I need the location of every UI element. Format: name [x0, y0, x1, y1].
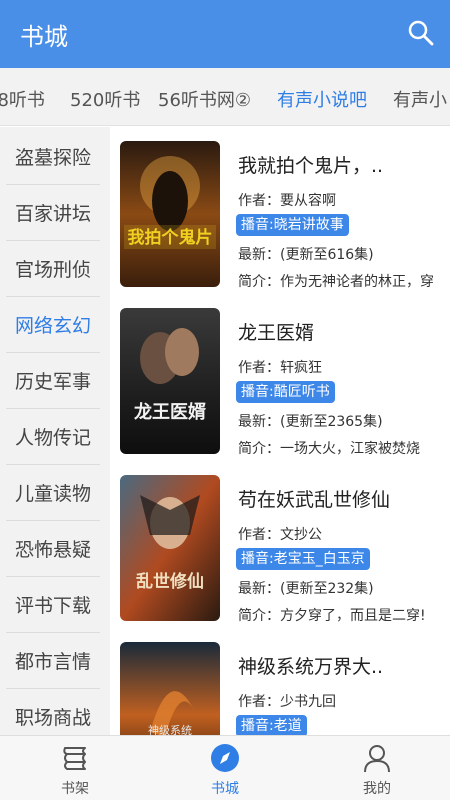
book-author: 作者：要从容啊	[238, 193, 336, 209]
category-item-active[interactable]: 网络玄幻	[6, 297, 100, 353]
nav-profile[interactable]: 我的	[327, 742, 427, 798]
book-item[interactable]: 我拍个鬼片 我就拍个鬼片，.. 作者：要从容啊 播音:晓岩讲故事 最新：(更新至…	[110, 127, 450, 294]
compass-icon	[211, 744, 239, 772]
tab-88tingshu[interactable]: 88听书	[0, 86, 45, 112]
nav-label: 我的	[363, 781, 391, 797]
tab-520tingshu[interactable]: 520听书	[70, 86, 140, 112]
book-cover[interactable]: 神级系统	[120, 642, 220, 735]
nav-bookshelf[interactable]: 书架	[25, 742, 125, 798]
category-item[interactable]: 盗墓探险	[6, 129, 100, 185]
app-header: 书城	[0, 0, 450, 68]
book-title[interactable]: 龙王医婿	[238, 318, 314, 345]
book-latest: 最新：(更新至616集)	[238, 247, 374, 263]
book-title[interactable]: 我就拍个鬼片，..	[238, 151, 383, 178]
category-item[interactable]: 官场刑侦	[6, 241, 100, 297]
cover-title-art: 乱世修仙	[136, 571, 204, 592]
book-item[interactable]: 龙王医婿 龙王医婿 作者：轩疯狂 播音:酷匠听书 最新：(更新至2365集) 简…	[110, 294, 450, 461]
user-icon	[364, 745, 390, 773]
cover-title-art: 我拍个鬼片	[128, 227, 213, 248]
book-narrator-badge: 播音:晓岩讲故事	[236, 214, 349, 236]
page-title: 书城	[20, 22, 68, 51]
book-author: 作者：轩疯狂	[238, 360, 322, 376]
book-cover[interactable]: 龙王医婿	[120, 308, 220, 454]
category-item[interactable]: 恐怖悬疑	[6, 521, 100, 577]
book-cover[interactable]: 我拍个鬼片	[120, 141, 220, 287]
book-intro: 简介：方夕穿了，而且是二穿!	[238, 608, 426, 624]
category-item[interactable]: 都市言情	[6, 633, 100, 689]
book-item[interactable]: 神级系统 神级系统万界大.. 作者：少书九回 播音:老道	[110, 628, 450, 735]
book-latest: 最新：(更新至2365集)	[238, 414, 383, 430]
category-item[interactable]: 百家讲坛	[6, 185, 100, 241]
bottom-nav: 书架 书城 我的	[0, 735, 450, 800]
nav-bookstore[interactable]: 书城	[175, 742, 275, 798]
book-title[interactable]: 神级系统万界大..	[238, 652, 383, 679]
book-cover[interactable]: 乱世修仙	[120, 475, 220, 621]
book-item[interactable]: 乱世修仙 苟在妖武乱世修仙 作者：文抄公 播音:老宝玉_白玉京 最新：(更新至2…	[110, 461, 450, 628]
book-narrator-badge: 播音:酷匠听书	[236, 381, 335, 403]
book-intro: 简介：作为无神论者的林正，穿	[238, 274, 434, 290]
cover-title-art: 龙王医婿	[134, 401, 206, 423]
book-title[interactable]: 苟在妖武乱世修仙	[238, 485, 390, 512]
book-list: 我拍个鬼片 我就拍个鬼片，.. 作者：要从容啊 播音:晓岩讲故事 最新：(更新至…	[110, 127, 450, 735]
book-narrator-badge: 播音:老道	[236, 715, 307, 735]
tab-youshengxiaoshuoba[interactable]: 有声小说吧	[277, 86, 367, 112]
source-tab-bar: 88听书 520听书 56听书网② 有声小说吧 有声小	[0, 68, 450, 126]
category-list: 盗墓探险 百家讲坛 官场刑侦 网络玄幻 历史军事 人物传记 儿童读物 恐怖悬疑 …	[0, 127, 110, 745]
search-icon[interactable]	[406, 18, 436, 48]
book-author: 作者：少书九回	[238, 694, 336, 710]
category-item[interactable]: 儿童读物	[6, 465, 100, 521]
book-latest: 最新：(更新至232集)	[238, 581, 374, 597]
bookshelf-icon	[63, 747, 86, 770]
book-author: 作者：文抄公	[238, 527, 322, 543]
nav-label: 书城	[211, 781, 239, 797]
book-intro: 简介：一场大火，江家被焚烧	[238, 441, 420, 457]
book-narrator-badge: 播音:老宝玉_白玉京	[236, 548, 370, 570]
category-item[interactable]: 人物传记	[6, 409, 100, 465]
nav-label: 书架	[61, 781, 89, 797]
category-item[interactable]: 历史军事	[6, 353, 100, 409]
category-item[interactable]: 评书下载	[6, 577, 100, 633]
tab-56tingshu[interactable]: 56听书网②	[158, 86, 251, 112]
cover-title-art: 神级系统	[148, 723, 192, 735]
tab-yousheng-more[interactable]: 有声小	[393, 86, 447, 112]
